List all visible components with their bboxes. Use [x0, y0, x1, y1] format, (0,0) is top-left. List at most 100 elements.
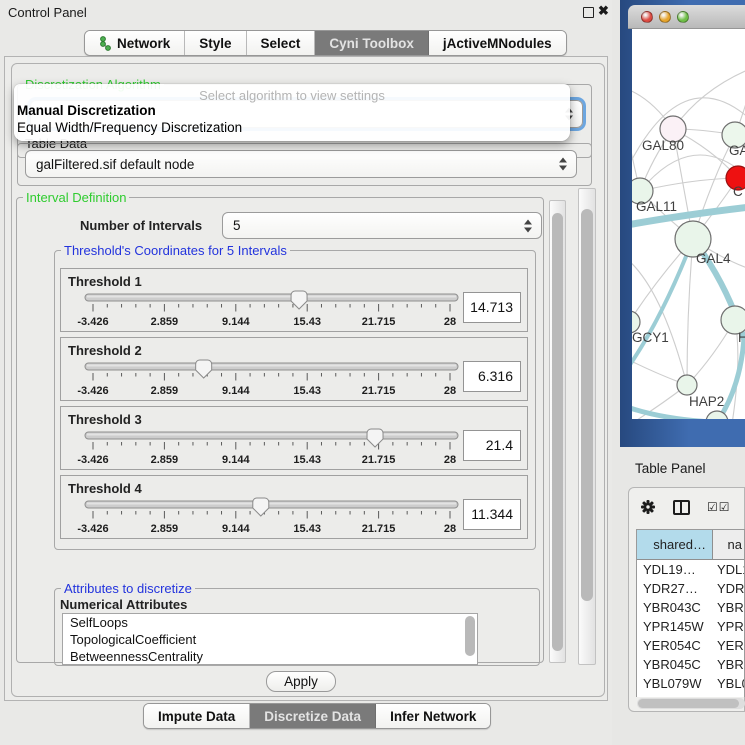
threshold-label: Threshold 3 — [68, 412, 142, 427]
spinner-icon — [559, 158, 567, 171]
cell-name: YER0 — [713, 636, 744, 655]
spinner-icon — [524, 219, 532, 232]
svg-text:21.715: 21.715 — [362, 523, 396, 535]
table-row[interactable]: YLR345WYLR3 — [637, 693, 744, 697]
table-row[interactable]: YDR27…YDR2 — [637, 579, 744, 598]
svg-text:28: 28 — [444, 454, 456, 466]
threshold-slider[interactable]: -3.4262.8599.14415.4321.71528 — [65, 428, 465, 468]
minimize-light[interactable] — [659, 11, 671, 23]
table-row[interactable]: YBL079WYBL0 — [637, 674, 744, 693]
tab-network[interactable]: Network — [85, 31, 185, 55]
threshold-value-input[interactable]: 11.344 — [463, 499, 521, 530]
svg-text:9.144: 9.144 — [222, 385, 250, 397]
attribute-list-item[interactable]: BetweennessCentrality — [63, 648, 477, 665]
svg-text:H: H — [738, 330, 745, 345]
table-hscrollbar-thumb[interactable] — [638, 699, 739, 708]
threshold-value-input[interactable]: 6.316 — [463, 361, 521, 392]
threshold-value-input[interactable]: 14.713 — [463, 292, 521, 323]
svg-text:21.715: 21.715 — [362, 316, 396, 328]
svg-text:15.43: 15.43 — [293, 523, 321, 535]
svg-text:15.43: 15.43 — [293, 454, 321, 466]
svg-text:GAL4: GAL4 — [696, 251, 731, 266]
column-header-name[interactable]: na — [713, 530, 744, 559]
table-row[interactable]: YBR045CYBR0 — [637, 655, 744, 674]
number-of-intervals-label: Number of Intervals — [80, 218, 202, 233]
cell-name: YBR0 — [713, 655, 744, 674]
tab-jactivemnodules[interactable]: jActiveMNodules — [429, 31, 566, 55]
svg-text:C: C — [733, 184, 743, 199]
apply-button[interactable]: Apply — [266, 671, 336, 692]
svg-text:28: 28 — [444, 385, 456, 397]
tab-impute-data[interactable]: Impute Data — [144, 704, 250, 728]
cell-name: YBR0 — [713, 598, 744, 617]
inner-scrollbar-thumb[interactable] — [552, 213, 563, 651]
list-scrollbar-thumb[interactable] — [465, 616, 475, 656]
cell-shared-name: YPR145W — [637, 617, 713, 636]
cell-name: YPR1 — [713, 617, 744, 636]
numerical-attributes-label: Numerical Attributes — [60, 597, 187, 612]
control-panel-titlebar: Control Panel ✖ — [0, 0, 612, 24]
checkbox-icons[interactable]: ☑☑ — [707, 500, 731, 514]
column-header-shared-name[interactable]: shared… — [637, 530, 713, 559]
algorithm-dropdown-popup: Select algorithm to view settings Manual… — [14, 84, 570, 141]
popup-item[interactable]: Equal Width/Frequency Discretization — [17, 120, 242, 135]
svg-text:-3.426: -3.426 — [77, 454, 108, 466]
number-of-intervals-value: 5 — [233, 218, 241, 233]
svg-text:-3.426: -3.426 — [77, 316, 108, 328]
threshold-panel: Threshold 1 -3.4262.8599.14415.4321.7152… — [60, 268, 528, 332]
table-row[interactable]: YER054CYER0 — [637, 636, 744, 655]
table-row[interactable]: YPR145WYPR1 — [637, 617, 744, 636]
table-hscrollbar[interactable] — [637, 698, 745, 709]
tab-select[interactable]: Select — [247, 31, 316, 55]
inner-scrollbar[interactable] — [549, 200, 566, 663]
table-row[interactable]: YBR043CYBR0 — [637, 598, 744, 617]
attribute-list-item[interactable]: SelfLoops — [63, 614, 477, 631]
network-canvas[interactable]: GAL80GACGAL11GAL4GCY1HHAP2 — [632, 29, 745, 419]
table-data-combobox[interactable]: galFiltered.sif default node — [25, 150, 577, 178]
numerical-attributes-list[interactable]: SelfLoopsTopologicalCoefficientBetweenne… — [62, 613, 478, 665]
tab-discretize-data[interactable]: Discretize Data — [250, 704, 376, 728]
interval-definition-label: Interval Definition — [23, 190, 129, 205]
svg-text:9.144: 9.144 — [222, 523, 250, 535]
threshold-value-input[interactable]: 21.4 — [463, 430, 521, 461]
table-row[interactable]: YDL19…YDL1 — [637, 560, 744, 579]
threshold-panel: Threshold 2 -3.4262.8599.14415.4321.7152… — [60, 337, 528, 401]
threshold-slider[interactable]: -3.4262.8599.14415.4321.71528 — [65, 497, 465, 537]
threshold-slider[interactable]: -3.4262.8599.14415.4321.71528 — [65, 290, 465, 330]
tab-label: Network — [117, 36, 170, 51]
table-panel-title: Table Panel — [635, 461, 706, 476]
cell-shared-name: YLR345W — [637, 693, 713, 697]
tab-label: Cyni Toolbox — [329, 36, 414, 51]
threshold-label: Threshold 4 — [68, 481, 142, 496]
attribute-list-item[interactable]: TopologicalCoefficient — [63, 631, 477, 648]
popup-hint: Select algorithm to view settings — [14, 88, 570, 103]
svg-text:GA: GA — [729, 143, 745, 158]
zoom-light[interactable] — [677, 11, 689, 23]
close-light[interactable] — [641, 11, 653, 23]
tab-infer-network[interactable]: Infer Network — [376, 704, 490, 728]
cell-shared-name: YDR27… — [637, 579, 713, 598]
popup-item[interactable]: Manual Discretization — [17, 103, 156, 118]
tab-cyni-toolbox[interactable]: Cyni Toolbox — [315, 31, 429, 55]
column-manager-icon[interactable] — [673, 500, 690, 515]
bottom-tabbar: Impute DataDiscretize DataInfer Network — [143, 703, 491, 729]
svg-text:GCY1: GCY1 — [632, 330, 669, 345]
tab-label: jActiveMNodules — [443, 36, 552, 51]
tab-label: Style — [199, 36, 231, 51]
cell-shared-name: YBR045C — [637, 655, 713, 674]
float-window-icon[interactable] — [583, 7, 594, 18]
top-tabbar: Network Style Select Cyni Toolbox jActiveMNo… — [84, 30, 567, 56]
svg-text:GAL80: GAL80 — [642, 138, 684, 153]
cell-name: YBL0 — [713, 674, 744, 693]
number-of-intervals-combobox[interactable]: 5 — [222, 212, 542, 239]
svg-text:21.715: 21.715 — [362, 454, 396, 466]
outer-scrollbar[interactable] — [578, 188, 596, 665]
cell-name: YDL1 — [713, 560, 744, 579]
outer-scrollbar-thumb[interactable] — [581, 209, 593, 601]
node-table[interactable]: shared… na YDL19…YDL1YDR27…YDR2YBR043CYB… — [636, 529, 745, 697]
close-icon[interactable]: ✖ — [598, 3, 609, 19]
tab-style[interactable]: Style — [185, 31, 246, 55]
svg-text:9.144: 9.144 — [222, 454, 250, 466]
threshold-slider[interactable]: -3.4262.8599.14415.4321.71528 — [65, 359, 465, 399]
gear-icon[interactable] — [640, 499, 656, 515]
